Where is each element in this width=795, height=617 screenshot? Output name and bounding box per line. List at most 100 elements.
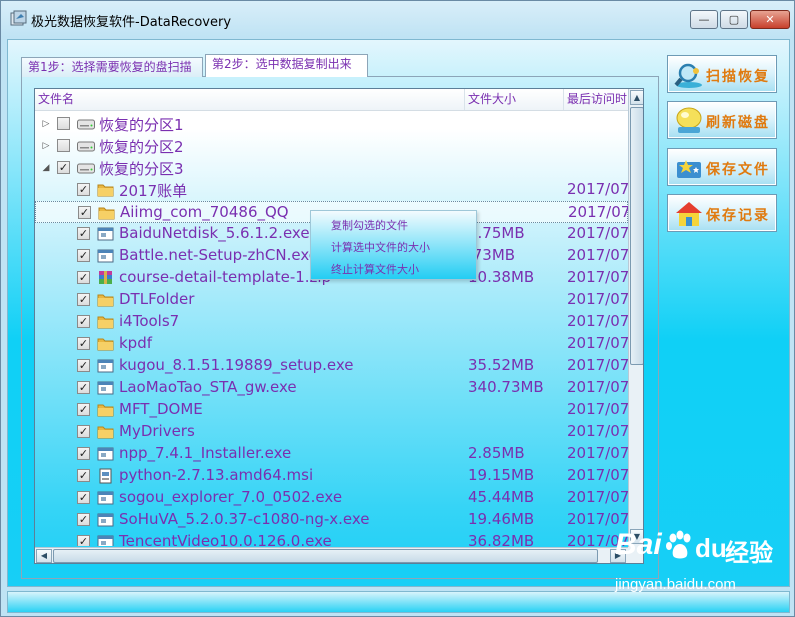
table-row[interactable]: ✓ npp_7.4.1_Installer.exe 2.85MB 2017/07 — [35, 443, 628, 465]
minimize-icon: — — [698, 13, 710, 26]
row-date: 2017/07 — [567, 466, 628, 484]
app-window: 极光数据恢复软件-DataRecovery — ▢ ✕ 第1步：选择需要恢复的盘… — [0, 0, 795, 617]
row-checkbox[interactable]: ✓ — [77, 447, 90, 460]
tab-step2-copy[interactable]: 第2步：选中数据复制出来 — [205, 54, 368, 77]
row-date: 2017/07 — [567, 334, 628, 352]
row-date: 2017/07 — [567, 444, 628, 462]
window-title: 极光数据恢复软件-DataRecovery — [31, 15, 232, 30]
tab-step1-scan[interactable]: 第1步：选择需要恢复的盘扫描 — [21, 57, 203, 77]
maximize-button[interactable]: ▢ — [720, 10, 748, 29]
row-date: 2017/07 — [567, 422, 628, 440]
row-size: 10.38MB — [468, 268, 535, 286]
row-checkbox[interactable]: ✓ — [77, 183, 90, 196]
table-row[interactable]: ✓ DTLFolder 2017/07 — [35, 289, 628, 311]
close-button[interactable]: ✕ — [750, 10, 790, 29]
table-row[interactable]: ✓ MFT_DOME 2017/07 — [35, 399, 628, 421]
table-row[interactable]: ✓ python-2.7.13.amd64.msi 19.15MB 2017/07 — [35, 465, 628, 487]
row-checkbox[interactable]: ✓ — [77, 469, 90, 482]
row-name: 恢复的分区3 — [99, 160, 184, 178]
refresh-disk-button[interactable]: 刷新磁盘 — [667, 101, 777, 139]
menu-item-calc-size[interactable]: 计算选中文件的大小 — [331, 239, 430, 255]
row-checkbox[interactable]: ✓ — [78, 206, 91, 219]
row-date: 2017/07 — [567, 312, 628, 330]
row-checkbox[interactable]: ✓ — [77, 293, 90, 306]
table-row[interactable]: ✓ 2017账单 2017/07 — [35, 179, 628, 201]
file-tree-list[interactable]: 文件名 文件大小 最后访问时 ▷ 恢复的分区1 ▷ 恢复的分区2 ◢ ✓ 恢复的分区3 ✓ 20… — [34, 88, 644, 564]
row-checkbox[interactable]: ✓ — [77, 271, 90, 284]
star-folder-icon — [677, 160, 701, 178]
row-name: 2017账单 — [119, 182, 188, 200]
row-name: 恢复的分区1 — [99, 116, 184, 134]
menu-item-stop-calc[interactable]: 终止计算文件大小 — [331, 261, 419, 277]
row-checkbox[interactable]: ✓ — [77, 491, 90, 504]
row-date: 2017/07 — [567, 510, 628, 528]
table-row[interactable]: ✓ MyDrivers 2017/07 — [35, 421, 628, 443]
save-record-button[interactable]: 保存记录 — [667, 194, 777, 232]
table-row[interactable]: ◢ ✓ 恢复的分区3 — [35, 157, 628, 179]
table-row[interactable]: ✓ kpdf 2017/07 — [35, 333, 628, 355]
table-row[interactable]: ✓ kugou_8.1.51.19889_setup.exe 35.52MB 2017… — [35, 355, 628, 377]
row-date: 2017/07 — [567, 356, 628, 374]
row-checkbox[interactable]: ✓ — [57, 161, 70, 174]
row-date: 2017/07 — [568, 203, 628, 221]
arrow-up-icon: ▲ — [633, 93, 641, 102]
maximize-icon: ▢ — [728, 13, 740, 26]
menu-item-copy-checked[interactable]: 复制勾选的文件 — [331, 217, 408, 233]
bulb-icon — [676, 107, 702, 133]
horizontal-scrollbar[interactable]: ◀ ▶ — [35, 547, 628, 563]
table-row[interactable]: ✓ TencentVideo10.0.126.0.exe 36.82MB 2017/0… — [35, 531, 628, 546]
vertical-scrollbar[interactable]: ▲ ▼ — [628, 89, 643, 547]
expanded-arrow-icon[interactable]: ◢ — [41, 163, 51, 173]
row-date: 2017/07 — [567, 488, 628, 506]
row-name: BaiduNetdisk_5.6.1.2.exe — [119, 224, 310, 242]
vertical-scroll-thumb[interactable] — [630, 107, 643, 365]
table-row[interactable]: ▷ 恢复的分区2 — [35, 135, 628, 157]
row-name: DTLFolder — [119, 290, 195, 308]
row-name: MFT_DOME — [119, 400, 203, 418]
column-header-name[interactable]: 文件名 — [35, 89, 465, 110]
title-bar: 极光数据恢复软件-DataRecovery — ▢ ✕ — [1, 1, 794, 37]
collapsed-arrow-icon[interactable]: ▷ — [41, 141, 51, 151]
context-menu: 复制勾选的文件 计算选中文件的大小 终止计算文件大小 — [310, 210, 477, 280]
row-size: 36.82MB — [468, 532, 535, 546]
table-row[interactable]: ✓ i4Tools7 2017/07 — [35, 311, 628, 333]
row-checkbox[interactable]: ✓ — [77, 227, 90, 240]
row-checkbox[interactable] — [57, 117, 70, 130]
table-row[interactable]: ✓ SoHuVA_5.2.0.37-c1080-ng-x.exe 19.46MB 20… — [35, 509, 628, 531]
save-record-label: 保存记录 — [706, 208, 770, 224]
column-header-date[interactable]: 最后访问时 — [564, 89, 628, 110]
horizontal-scroll-thumb[interactable] — [53, 549, 598, 563]
row-checkbox[interactable]: ✓ — [77, 337, 90, 350]
baidu-watermark: Bai du 经验 jingyan.baidu.com — [613, 528, 791, 598]
scroll-up-button[interactable]: ▲ — [630, 90, 643, 105]
row-name: TencentVideo10.0.126.0.exe — [119, 532, 332, 546]
row-checkbox[interactable]: ✓ — [77, 381, 90, 394]
row-checkbox[interactable]: ✓ — [77, 513, 90, 526]
column-header-size[interactable]: 文件大小 — [465, 89, 564, 110]
row-name: npp_7.4.1_Installer.exe — [119, 444, 292, 462]
minimize-button[interactable]: — — [690, 10, 718, 29]
row-name: kpdf — [119, 334, 153, 352]
app-icon — [10, 10, 27, 26]
row-checkbox[interactable]: ✓ — [77, 403, 90, 416]
row-checkbox[interactable]: ✓ — [77, 535, 90, 546]
row-checkbox[interactable] — [57, 139, 70, 152]
row-size: 19.15MB — [468, 466, 535, 484]
scan-recover-button[interactable]: 扫描恢复 — [667, 55, 777, 93]
row-name: Aiimg_com_70486_QQ — [120, 203, 289, 221]
row-checkbox[interactable]: ✓ — [77, 359, 90, 372]
table-row[interactable]: ▷ 恢复的分区1 — [35, 113, 628, 135]
save-file-button[interactable]: 保存文件 — [667, 148, 777, 186]
table-row[interactable]: ✓ sogou_explorer_7.0_0502.exe 45.44MB 2017/… — [35, 487, 628, 509]
collapsed-arrow-icon[interactable]: ▷ — [41, 119, 51, 129]
row-date: 2017/07 — [567, 246, 628, 264]
row-name: LaoMaoTao_STA_gw.exe — [119, 378, 297, 396]
watermark-suffix: 经验 — [725, 540, 773, 567]
table-row[interactable]: ✓ LaoMaoTao_STA_gw.exe 340.73MB 2017/07 — [35, 377, 628, 399]
refresh-disk-label: 刷新磁盘 — [706, 115, 770, 131]
row-size: 35.52MB — [468, 356, 535, 374]
row-checkbox[interactable]: ✓ — [77, 425, 90, 438]
row-checkbox[interactable]: ✓ — [77, 315, 90, 328]
row-checkbox[interactable]: ✓ — [77, 249, 90, 262]
scroll-left-button[interactable]: ◀ — [36, 549, 52, 563]
